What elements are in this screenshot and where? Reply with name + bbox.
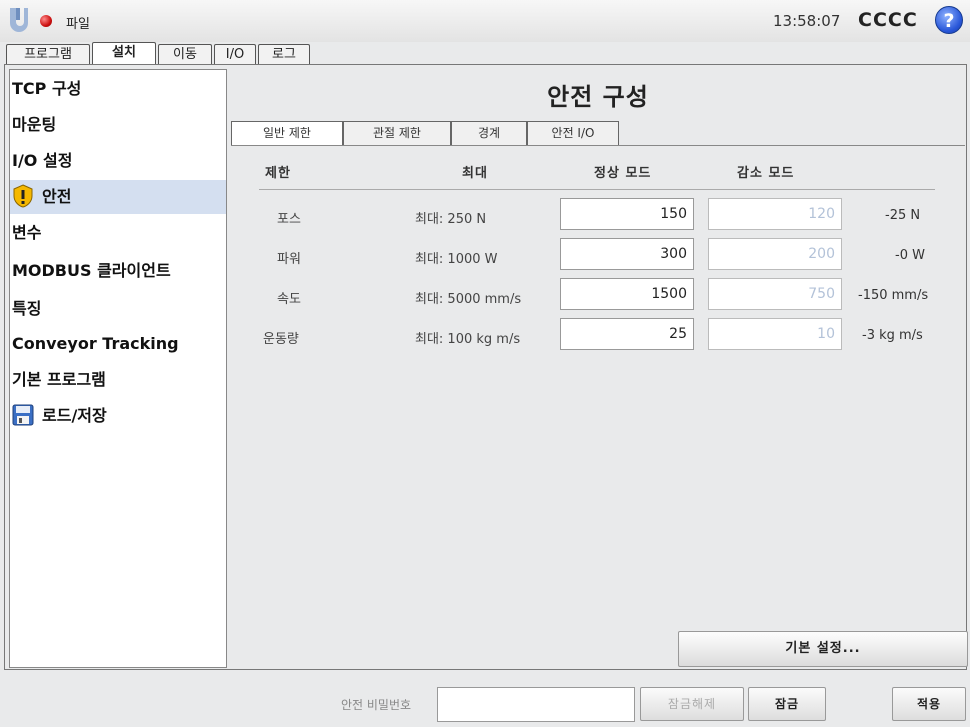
sidebar-item-tcp[interactable]: TCP 구성 [10,72,226,106]
momentum-reduced-input[interactable]: 10 [708,318,842,350]
sidebar-item-label: 기본 프로그램 [12,370,106,389]
column-header-max: 최대 [462,166,488,181]
sidebar-item-modbus[interactable]: MODBUS 클라이언트 [10,254,226,288]
tab-log[interactable]: 로그 [258,44,310,66]
sidebar-item-conveyor-tracking[interactable]: Conveyor Tracking [10,327,226,361]
momentum-reduced-diff: -3 kg m/s [862,328,923,343]
column-header-reduced-mode: 감소 모드 [737,166,795,181]
unlock-button[interactable]: 잠금해제 [640,687,744,721]
sidebar-item-label: 안전 [42,187,72,206]
tab-move[interactable]: 이동 [158,44,212,66]
safety-password-input[interactable] [437,687,635,722]
tab-io[interactable]: I/O [214,44,256,66]
robot-name: CCCC [858,9,918,31]
clock: 13:58:07 [773,12,841,30]
sidebar-item-default-program[interactable]: 기본 프로그램 [10,363,226,397]
sidebar-item-label: Conveyor Tracking [12,334,179,353]
header-divider [259,189,935,190]
speed-reduced-diff: -150 mm/s [858,288,929,303]
limit-max-power: 최대: 1000 W [415,252,498,267]
sidebar-item-features[interactable]: 특징 [10,292,226,326]
tab-installation[interactable]: 설치 [92,42,156,66]
tab-program[interactable]: 프로그램 [6,44,90,66]
apply-button[interactable]: 적용 [892,687,966,721]
tab-general-limits[interactable]: 일반 제한 [231,121,343,145]
safety-password-label: 안전 비밀번호 [341,698,412,712]
safety-config-content: 안전 구성 일반 제한 관절 제한 경계 안전 I/O 제한 최대 정상 모드 … [231,69,968,668]
tab-safety-io[interactable]: 안전 I/O [527,121,619,145]
sidebar-item-label: I/O 설정 [12,151,73,170]
sidebar-item-label: 로드/저장 [42,406,107,425]
sidebar-item-label: 특징 [12,299,42,318]
column-header-normal-mode: 정상 모드 [594,166,652,181]
sidebar-item-load-save[interactable]: 로드/저장 [10,399,226,433]
sidebar-item-io-setup[interactable]: I/O 설정 [10,144,226,178]
column-header-limit: 제한 [265,166,291,181]
power-normal-input[interactable]: 300 [560,238,694,270]
floppy-disk-icon [12,404,34,425]
page-title: 안전 구성 [547,83,649,111]
lock-button[interactable]: 잠금 [748,687,826,721]
speed-normal-input[interactable]: 1500 [560,278,694,310]
general-limits-panel: 제한 최대 정상 모드 감소 모드 포스 최대: 250 N 150 120 -… [231,145,968,668]
limit-name-force: 포스 [277,212,301,227]
limit-max-momentum: 최대: 100 kg m/s [415,332,521,347]
file-menu[interactable]: 파일 [66,13,90,32]
default-settings-button[interactable]: 기본 설정... [678,631,968,667]
limit-max-speed: 최대: 5000 mm/s [415,292,522,307]
power-reduced-diff: -0 W [895,248,925,263]
tab-boundaries[interactable]: 경계 [451,121,527,145]
sidebar-item-safety[interactable]: 안전 [10,180,226,214]
sidebar-item-variables[interactable]: 변수 [10,216,226,250]
ur-logo-icon [10,8,28,32]
speed-reduced-input[interactable]: 750 [708,278,842,310]
force-reduced-diff: -25 N [885,208,921,223]
sidebar-item-label: 변수 [12,223,42,242]
limit-max-force: 최대: 250 N [415,212,487,227]
sidebar-item-label: 마운팅 [12,115,57,134]
sidebar-item-mounting[interactable]: 마운팅 [10,108,226,142]
momentum-normal-input[interactable]: 25 [560,318,694,350]
warning-shield-icon [13,183,33,208]
force-normal-input[interactable]: 150 [560,198,694,230]
force-reduced-input[interactable]: 120 [708,198,842,230]
tab-joint-limits[interactable]: 관절 제한 [343,121,451,145]
limit-name-momentum: 운동량 [263,332,299,347]
top-bar: 파일 13:58:07 CCCC ? [0,0,970,42]
limit-name-speed: 속도 [277,292,301,307]
power-reduced-input[interactable]: 200 [708,238,842,270]
installation-sidebar: TCP 구성 마운팅 I/O 설정 안전 변수 MODBUS 클라이언트 특징 … [9,69,227,668]
sidebar-item-label: TCP 구성 [12,79,82,98]
robot-status-icon[interactable] [40,15,52,27]
sidebar-item-label: MODBUS 클라이언트 [12,261,171,280]
help-icon[interactable]: ? [935,6,963,34]
bottom-bar: 안전 비밀번호 잠금해제 잠금 적용 [0,676,970,727]
limit-name-power: 파워 [277,252,301,267]
